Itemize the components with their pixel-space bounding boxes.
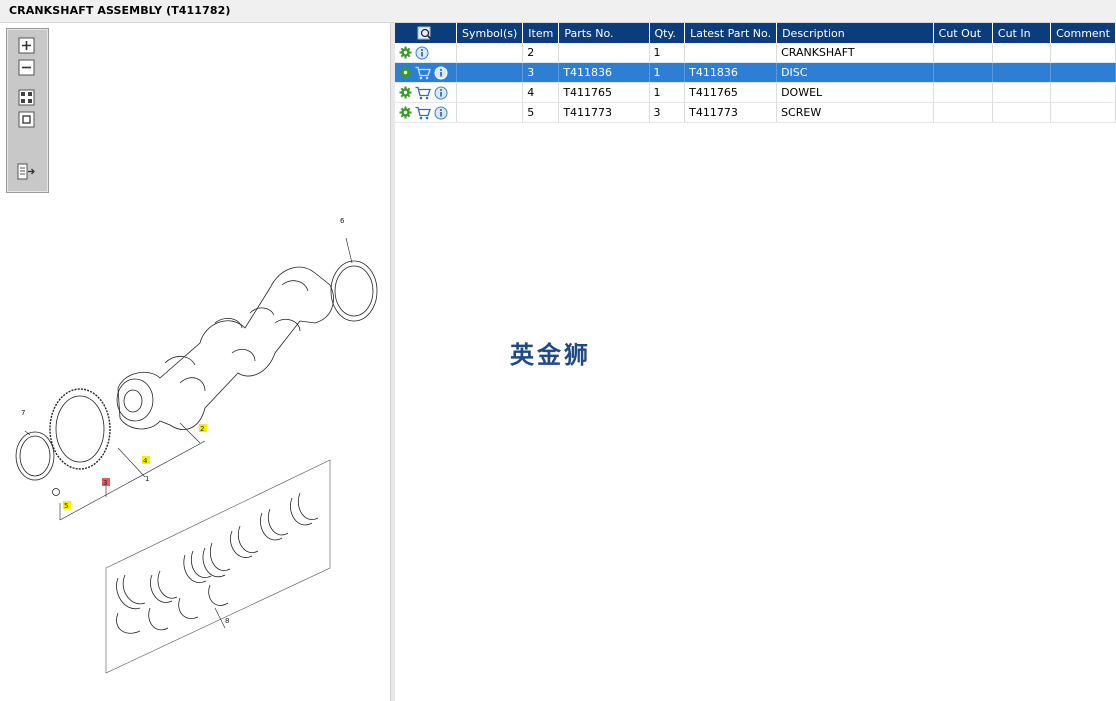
cell-description: DOWEL (776, 82, 934, 103)
table-row[interactable]: 2 1 CRANKSHAFT (395, 43, 1116, 63)
cell-item: 3 (522, 62, 560, 83)
cell-latest-part-no: T411765 (684, 82, 778, 103)
callout-6[interactable]: 6 (340, 217, 345, 225)
cell-symbols (456, 43, 524, 63)
header-comment[interactable]: Comment (1050, 23, 1116, 43)
cart-icon[interactable] (415, 66, 431, 80)
callout-3[interactable]: 3 (103, 479, 107, 487)
cell-parts-no: T411836 (558, 62, 650, 83)
actual-size-icon (18, 111, 35, 128)
gear-icon[interactable] (399, 66, 412, 79)
zoom-out-button[interactable] (17, 58, 36, 77)
zoom-in-button[interactable] (17, 36, 36, 55)
header-item[interactable]: Item (522, 23, 560, 43)
cell-symbols (456, 102, 524, 123)
bearing-kit-outline (105, 459, 331, 674)
watermark: 英金狮 (510, 341, 591, 369)
table-row[interactable]: 5 T411773 3 T411773 SCREW (395, 102, 1116, 123)
info-icon[interactable] (415, 46, 429, 60)
cell-qty: 1 (649, 62, 686, 83)
header-cut-out[interactable]: Cut Out (933, 23, 993, 43)
header-symbols[interactable]: Symbol(s) (456, 23, 524, 43)
cell-parts-no (558, 43, 650, 63)
parts-list-panel: Symbol(s) Item Parts No. Qty. Latest Par… (395, 23, 1116, 701)
table-header-row: Symbol(s) Item Parts No. Qty. Latest Par… (395, 23, 1116, 43)
search-grid-icon (417, 26, 432, 40)
header-parts-no[interactable]: Parts No. (558, 23, 650, 43)
actual-size-button[interactable] (17, 110, 36, 129)
fit-page-button[interactable] (17, 88, 36, 107)
callout-1[interactable]: 1 (145, 475, 149, 483)
callout-7[interactable]: 7 (21, 409, 25, 417)
callout-5[interactable]: 5 (64, 502, 68, 510)
header-description[interactable]: Description (776, 23, 934, 43)
callout-2[interactable]: 2 (200, 425, 204, 433)
crankshaft-part (117, 266, 334, 430)
drawing-toolbox (6, 28, 49, 193)
drawing-panel[interactable]: 6 7 2 4 3 1 5 8 (0, 23, 391, 701)
callout-8[interactable]: 8 (225, 617, 229, 625)
export-icon (17, 163, 35, 180)
cart-icon[interactable] (415, 86, 431, 100)
exploded-parts-drawing[interactable]: 6 7 2 4 3 1 5 8 (0, 23, 390, 701)
cell-item: 4 (522, 82, 560, 103)
table-row[interactable]: 4 T411765 1 T411765 DOWEL (395, 82, 1116, 103)
cell-latest-part-no: T411836 (684, 62, 778, 83)
gear-disc-3 (49, 388, 111, 470)
cell-parts-no: T411773 (558, 102, 650, 123)
cell-parts-no: T411765 (558, 82, 650, 103)
fit-page-icon (18, 89, 35, 106)
cell-qty: 1 (649, 82, 686, 103)
cell-symbols (456, 82, 524, 103)
seal-ring-6 (330, 260, 378, 322)
cell-item: 5 (522, 102, 560, 123)
info-icon[interactable] (434, 106, 448, 120)
cell-qty: 3 (649, 102, 686, 123)
gear-icon[interactable] (399, 86, 412, 99)
callout-4[interactable]: 4 (143, 457, 148, 465)
screw-5 (52, 488, 60, 496)
gear-icon[interactable] (399, 106, 412, 119)
zoom-out-icon (18, 59, 35, 76)
cell-description: CRANKSHAFT (776, 43, 934, 63)
title-bar: CRANKSHAFT ASSEMBLY (T411782) (0, 0, 1116, 23)
cell-description: DISC (776, 62, 934, 83)
cell-symbols (456, 62, 524, 83)
cell-description: SCREW (776, 102, 934, 123)
seal-ring-7 (15, 431, 55, 481)
header-latest-part-no[interactable]: Latest Part No. (684, 23, 778, 43)
cell-qty: 1 (649, 43, 686, 63)
cell-latest-part-no (684, 43, 778, 63)
window-title: CRANKSHAFT ASSEMBLY (T411782) (9, 4, 231, 17)
table-row-selected[interactable]: 3 T411836 1 T411836 DISC (395, 62, 1116, 83)
cart-icon[interactable] (415, 106, 431, 120)
parts-table: Symbol(s) Item Parts No. Qty. Latest Par… (395, 23, 1116, 123)
header-cut-in[interactable]: Cut In (992, 23, 1052, 43)
info-icon[interactable] (434, 66, 448, 80)
cell-latest-part-no: T411773 (684, 102, 778, 123)
info-icon[interactable] (434, 86, 448, 100)
export-button[interactable] (17, 162, 36, 181)
header-search[interactable] (395, 23, 457, 43)
cell-item: 2 (522, 43, 560, 63)
header-qty[interactable]: Qty. (649, 23, 686, 43)
gear-icon[interactable] (399, 46, 412, 59)
zoom-in-icon (18, 37, 35, 54)
